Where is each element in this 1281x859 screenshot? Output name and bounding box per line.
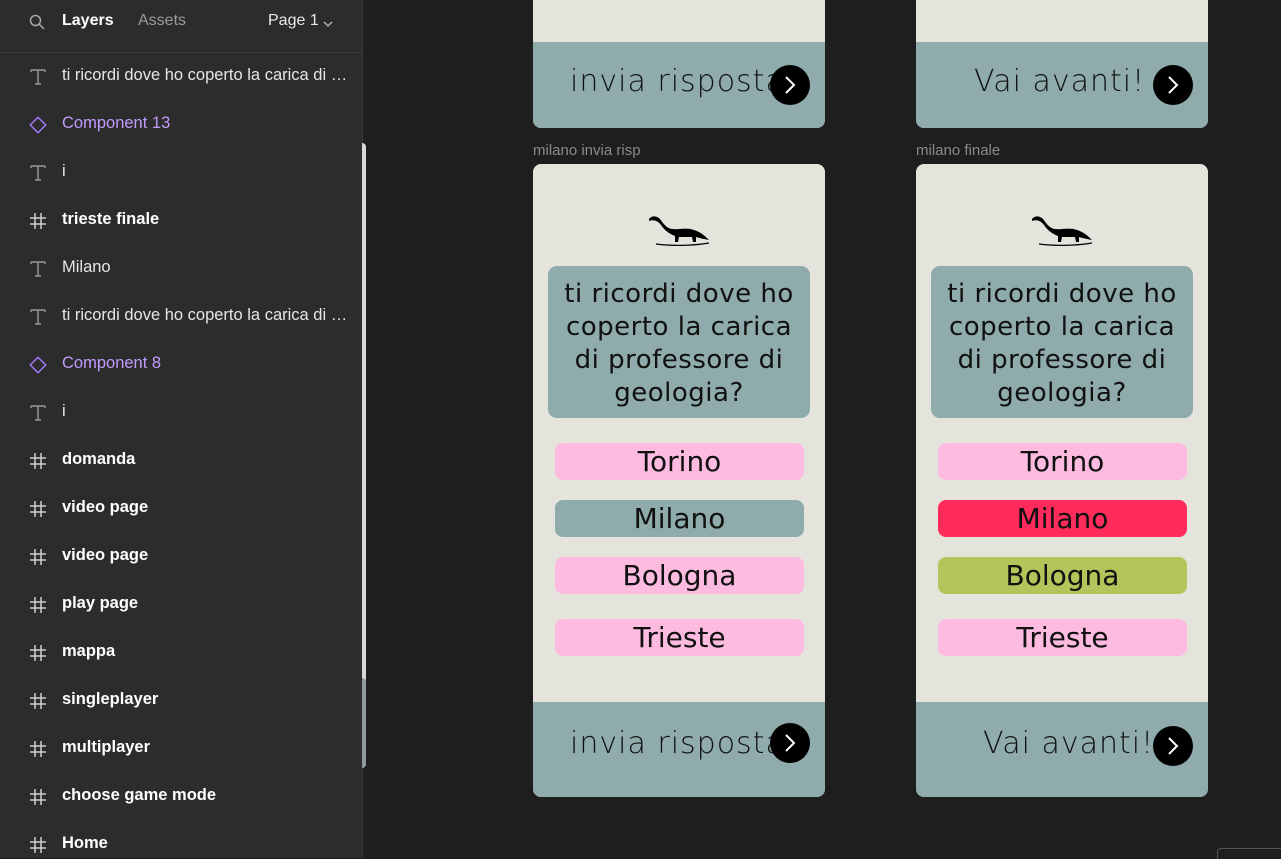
dinosaur-icon	[646, 213, 710, 247]
frame-footer: invia risposta!	[533, 42, 825, 128]
panel-header: Layers Assets Page 1	[0, 0, 362, 53]
layer-row-text[interactable]: ti ricordi dove ho coperto la carica di …	[0, 293, 362, 341]
layer-row-text[interactable]: i	[0, 149, 362, 197]
layer-label: domanda	[62, 450, 136, 468]
layer-label: video page	[62, 546, 149, 564]
next-arrow-button[interactable]	[1153, 65, 1193, 105]
layer-label: play page	[62, 594, 139, 612]
component-icon	[28, 355, 48, 375]
frame-top-left-partial[interactable]: invia risposta!	[533, 0, 825, 128]
layer-row-frame[interactable]: play page	[0, 581, 362, 629]
layer-row-text[interactable]: ti ricordi dove ho coperto la carica di …	[0, 53, 362, 101]
layer-label: Home	[62, 834, 108, 852]
frame-icon	[28, 211, 48, 231]
question-box: ti ricordi dove ho coperto la carica di …	[931, 266, 1193, 418]
frame-icon	[28, 787, 48, 807]
chevron-down-icon	[323, 16, 333, 27]
frame-icon	[28, 451, 48, 471]
next-arrow-button[interactable]	[1153, 726, 1193, 766]
layer-label: trieste finale	[62, 210, 160, 228]
answer-option-milano[interactable]: Milano	[555, 500, 804, 537]
page-selector[interactable]: Page 1	[268, 12, 333, 30]
answer-option-torino[interactable]: Torino	[555, 443, 804, 480]
frame-icon	[28, 595, 48, 615]
layer-label: i	[62, 402, 66, 420]
frame-footer: Vai avanti!	[916, 702, 1208, 797]
layer-label: Component 8	[62, 354, 162, 372]
search-icon[interactable]	[29, 14, 45, 30]
frame-footer: invia risposta!	[533, 702, 825, 797]
layer-row-frame[interactable]: video page	[0, 485, 362, 533]
layer-label: choose game mode	[62, 786, 217, 804]
frame-milano-finale[interactable]: ti ricordi dove ho coperto la carica di …	[916, 164, 1208, 797]
text-icon	[28, 163, 48, 183]
layer-row-text[interactable]: i	[0, 389, 362, 437]
next-arrow-button[interactable]	[770, 65, 810, 105]
question-text: ti ricordi dove ho coperto la carica di …	[947, 279, 1177, 408]
layer-row-frame[interactable]: Home	[0, 821, 362, 858]
layer-label: Component 13	[62, 114, 171, 132]
tab-layers[interactable]: Layers	[62, 12, 114, 30]
answer-option-torino[interactable]: Torino	[938, 443, 1187, 480]
frame-top-right-partial[interactable]: Vai avanti!	[916, 0, 1208, 128]
question-box: ti ricordi dove ho coperto la carica di …	[548, 266, 810, 418]
tab-assets[interactable]: Assets	[138, 12, 186, 30]
layer-row-component[interactable]: Component 8	[0, 341, 362, 389]
frame-icon	[28, 547, 48, 567]
frame-icon	[28, 691, 48, 711]
layer-label: multiplayer	[62, 738, 151, 756]
layers-panel: Layers Assets Page 1 ti ricordi dove ho …	[0, 0, 363, 858]
layer-row-frame[interactable]: trieste finale	[0, 197, 362, 245]
footer-text: invia risposta!	[570, 64, 798, 99]
question-text: ti ricordi dove ho coperto la carica di …	[564, 279, 794, 408]
layer-label: ti ricordi dove ho coperto la carica di …	[62, 306, 352, 324]
layer-row-frame[interactable]: multiplayer	[0, 725, 362, 773]
footer-text: invia risposta!	[570, 726, 798, 761]
footer-text: Vai avanti!	[983, 726, 1155, 761]
layer-row-frame[interactable]: video page	[0, 533, 362, 581]
layer-row-frame[interactable]: singleplayer	[0, 677, 362, 725]
panel-resize-edge[interactable]	[362, 143, 366, 768]
frame-icon	[28, 499, 48, 519]
text-icon	[28, 259, 48, 279]
frame-label-milano-finale[interactable]: milano finale	[916, 142, 1000, 159]
layer-label: mappa	[62, 642, 116, 660]
answer-option-trieste[interactable]: Trieste	[938, 619, 1187, 656]
canvas-corner-widget[interactable]	[1217, 848, 1281, 859]
answer-option-trieste[interactable]: Trieste	[555, 619, 804, 656]
layer-row-frame[interactable]: choose game mode	[0, 773, 362, 821]
layer-label: i	[62, 162, 66, 180]
layer-label: Milano	[62, 258, 111, 276]
frame-milano-invia-risp[interactable]: ti ricordi dove ho coperto la carica di …	[533, 164, 825, 797]
text-icon	[28, 403, 48, 423]
text-icon	[28, 307, 48, 327]
answer-option-bologna[interactable]: Bologna	[938, 557, 1187, 594]
page-selector-label: Page 1	[268, 12, 319, 29]
layer-row-frame[interactable]: mappa	[0, 629, 362, 677]
layer-row-component[interactable]: Component 13	[0, 101, 362, 149]
layer-label: video page	[62, 498, 149, 516]
layer-row-frame[interactable]: domanda	[0, 437, 362, 485]
text-icon	[28, 67, 48, 87]
footer-text: Vai avanti!	[974, 64, 1146, 99]
dinosaur-icon	[1029, 213, 1093, 247]
answer-option-milano[interactable]: Milano	[938, 500, 1187, 537]
layer-row-text[interactable]: Milano	[0, 245, 362, 293]
frame-icon	[28, 835, 48, 855]
layer-label: ti ricordi dove ho coperto la carica di …	[62, 66, 352, 84]
answer-option-bologna[interactable]: Bologna	[555, 557, 804, 594]
frame-icon	[28, 739, 48, 759]
component-icon	[28, 115, 48, 135]
frame-label-milano-invia-risp[interactable]: milano invia risp	[533, 142, 641, 159]
next-arrow-button[interactable]	[770, 723, 810, 763]
frame-icon	[28, 643, 48, 663]
panel-resize-edge-lower	[362, 678, 366, 768]
frame-footer: Vai avanti!	[916, 42, 1208, 128]
layer-label: singleplayer	[62, 690, 159, 708]
